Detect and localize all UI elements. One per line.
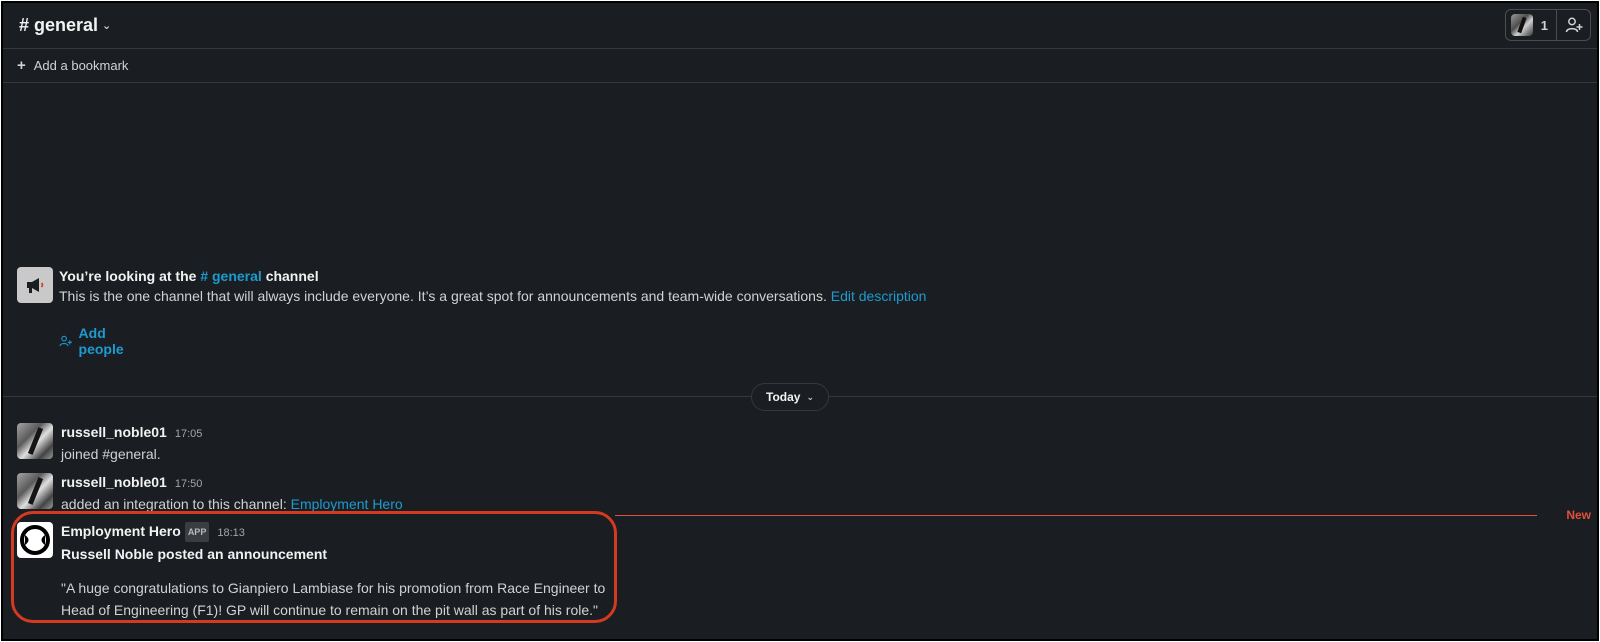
message-author[interactable]: russell_noble01 — [61, 473, 167, 491]
channel-name: # general — [19, 15, 99, 35]
intro-text: You’re looking at the # general channel … — [59, 267, 1059, 307]
header-actions: 1 — [1504, 9, 1591, 41]
member-avatar — [1510, 14, 1533, 36]
intro-title-suffix: channel — [265, 268, 319, 284]
message-body: russell_noble01 17:05 joined #general. — [61, 423, 1111, 465]
message-author[interactable]: russell_noble01 — [61, 423, 167, 441]
add-member-button[interactable] — [1557, 9, 1591, 41]
announcement-text-line: Head of Engineering (F1)! GP will contin… — [61, 602, 598, 618]
announcement-text-line: "A huge congratulations to Gianpiero Lam… — [61, 580, 606, 596]
edit-description-link[interactable]: Edit description — [831, 288, 927, 304]
add-bookmark-button[interactable]: + Add a bookmark — [3, 49, 1597, 83]
date-label: Today — [766, 390, 801, 404]
plus-icon: + — [17, 57, 26, 74]
intro-description: This is the one channel that will always… — [59, 285, 1059, 307]
intro-title-prefix: You’re looking at the — [59, 268, 197, 284]
intro-title: You’re looking at the # general channel — [59, 267, 1059, 285]
announcement-headline: Russell Noble posted an announcement — [61, 546, 328, 562]
member-count: 1 — [1540, 17, 1548, 33]
megaphone-icon — [17, 267, 53, 303]
add-person-icon — [59, 335, 72, 347]
message-text: added an integration to this channel: Em… — [61, 493, 1111, 515]
add-person-icon — [1565, 17, 1582, 33]
channel-link[interactable]: # general — [200, 268, 261, 284]
message-author[interactable]: Employment Hero — [61, 522, 181, 540]
channel-name-button[interactable]: # general ⌄ — [19, 15, 111, 36]
message-body: russell_noble01 17:50 added an integrati… — [61, 473, 1111, 515]
app-badge: APP — [184, 522, 210, 542]
chevron-down-icon: ⌄ — [806, 391, 814, 402]
message-text: joined #general. — [61, 446, 161, 462]
add-bookmark-label: Add a bookmark — [33, 58, 129, 73]
new-messages-label: New — [1566, 508, 1591, 522]
message-timestamp[interactable]: 18:13 — [217, 524, 245, 542]
slack-channel-view: # general ⌄ 1 + Add a bookmark You’re lo… — [1, 1, 1599, 641]
new-messages-line — [615, 515, 1537, 516]
add-people-button[interactable]: Add people — [59, 325, 130, 357]
avatar[interactable] — [17, 423, 53, 459]
chevron-down-icon: ⌄ — [102, 20, 112, 32]
message-timestamp[interactable]: 17:05 — [175, 425, 203, 443]
employment-hero-logo-icon[interactable] — [17, 522, 53, 558]
add-people-label: Add people — [78, 325, 124, 357]
message-header: russell_noble01 17:50 — [61, 473, 1111, 493]
integration-link[interactable]: Employment Hero — [291, 496, 403, 512]
integration-text: added an integration to this channel: — [61, 496, 287, 512]
message-body: Employment Hero APP 18:13 Russell Noble … — [61, 522, 1111, 621]
date-jump-button[interactable]: Today ⌄ — [751, 383, 829, 411]
avatar[interactable] — [17, 473, 53, 509]
message-header: Employment Hero APP 18:13 — [61, 522, 1111, 543]
member-count-button[interactable]: 1 — [1504, 9, 1557, 41]
channel-header: # general ⌄ 1 — [3, 3, 1597, 49]
description-text: This is the one channel that will always… — [59, 288, 827, 304]
message-timestamp[interactable]: 17:50 — [175, 475, 203, 493]
message-header: russell_noble01 17:05 — [61, 423, 1111, 443]
